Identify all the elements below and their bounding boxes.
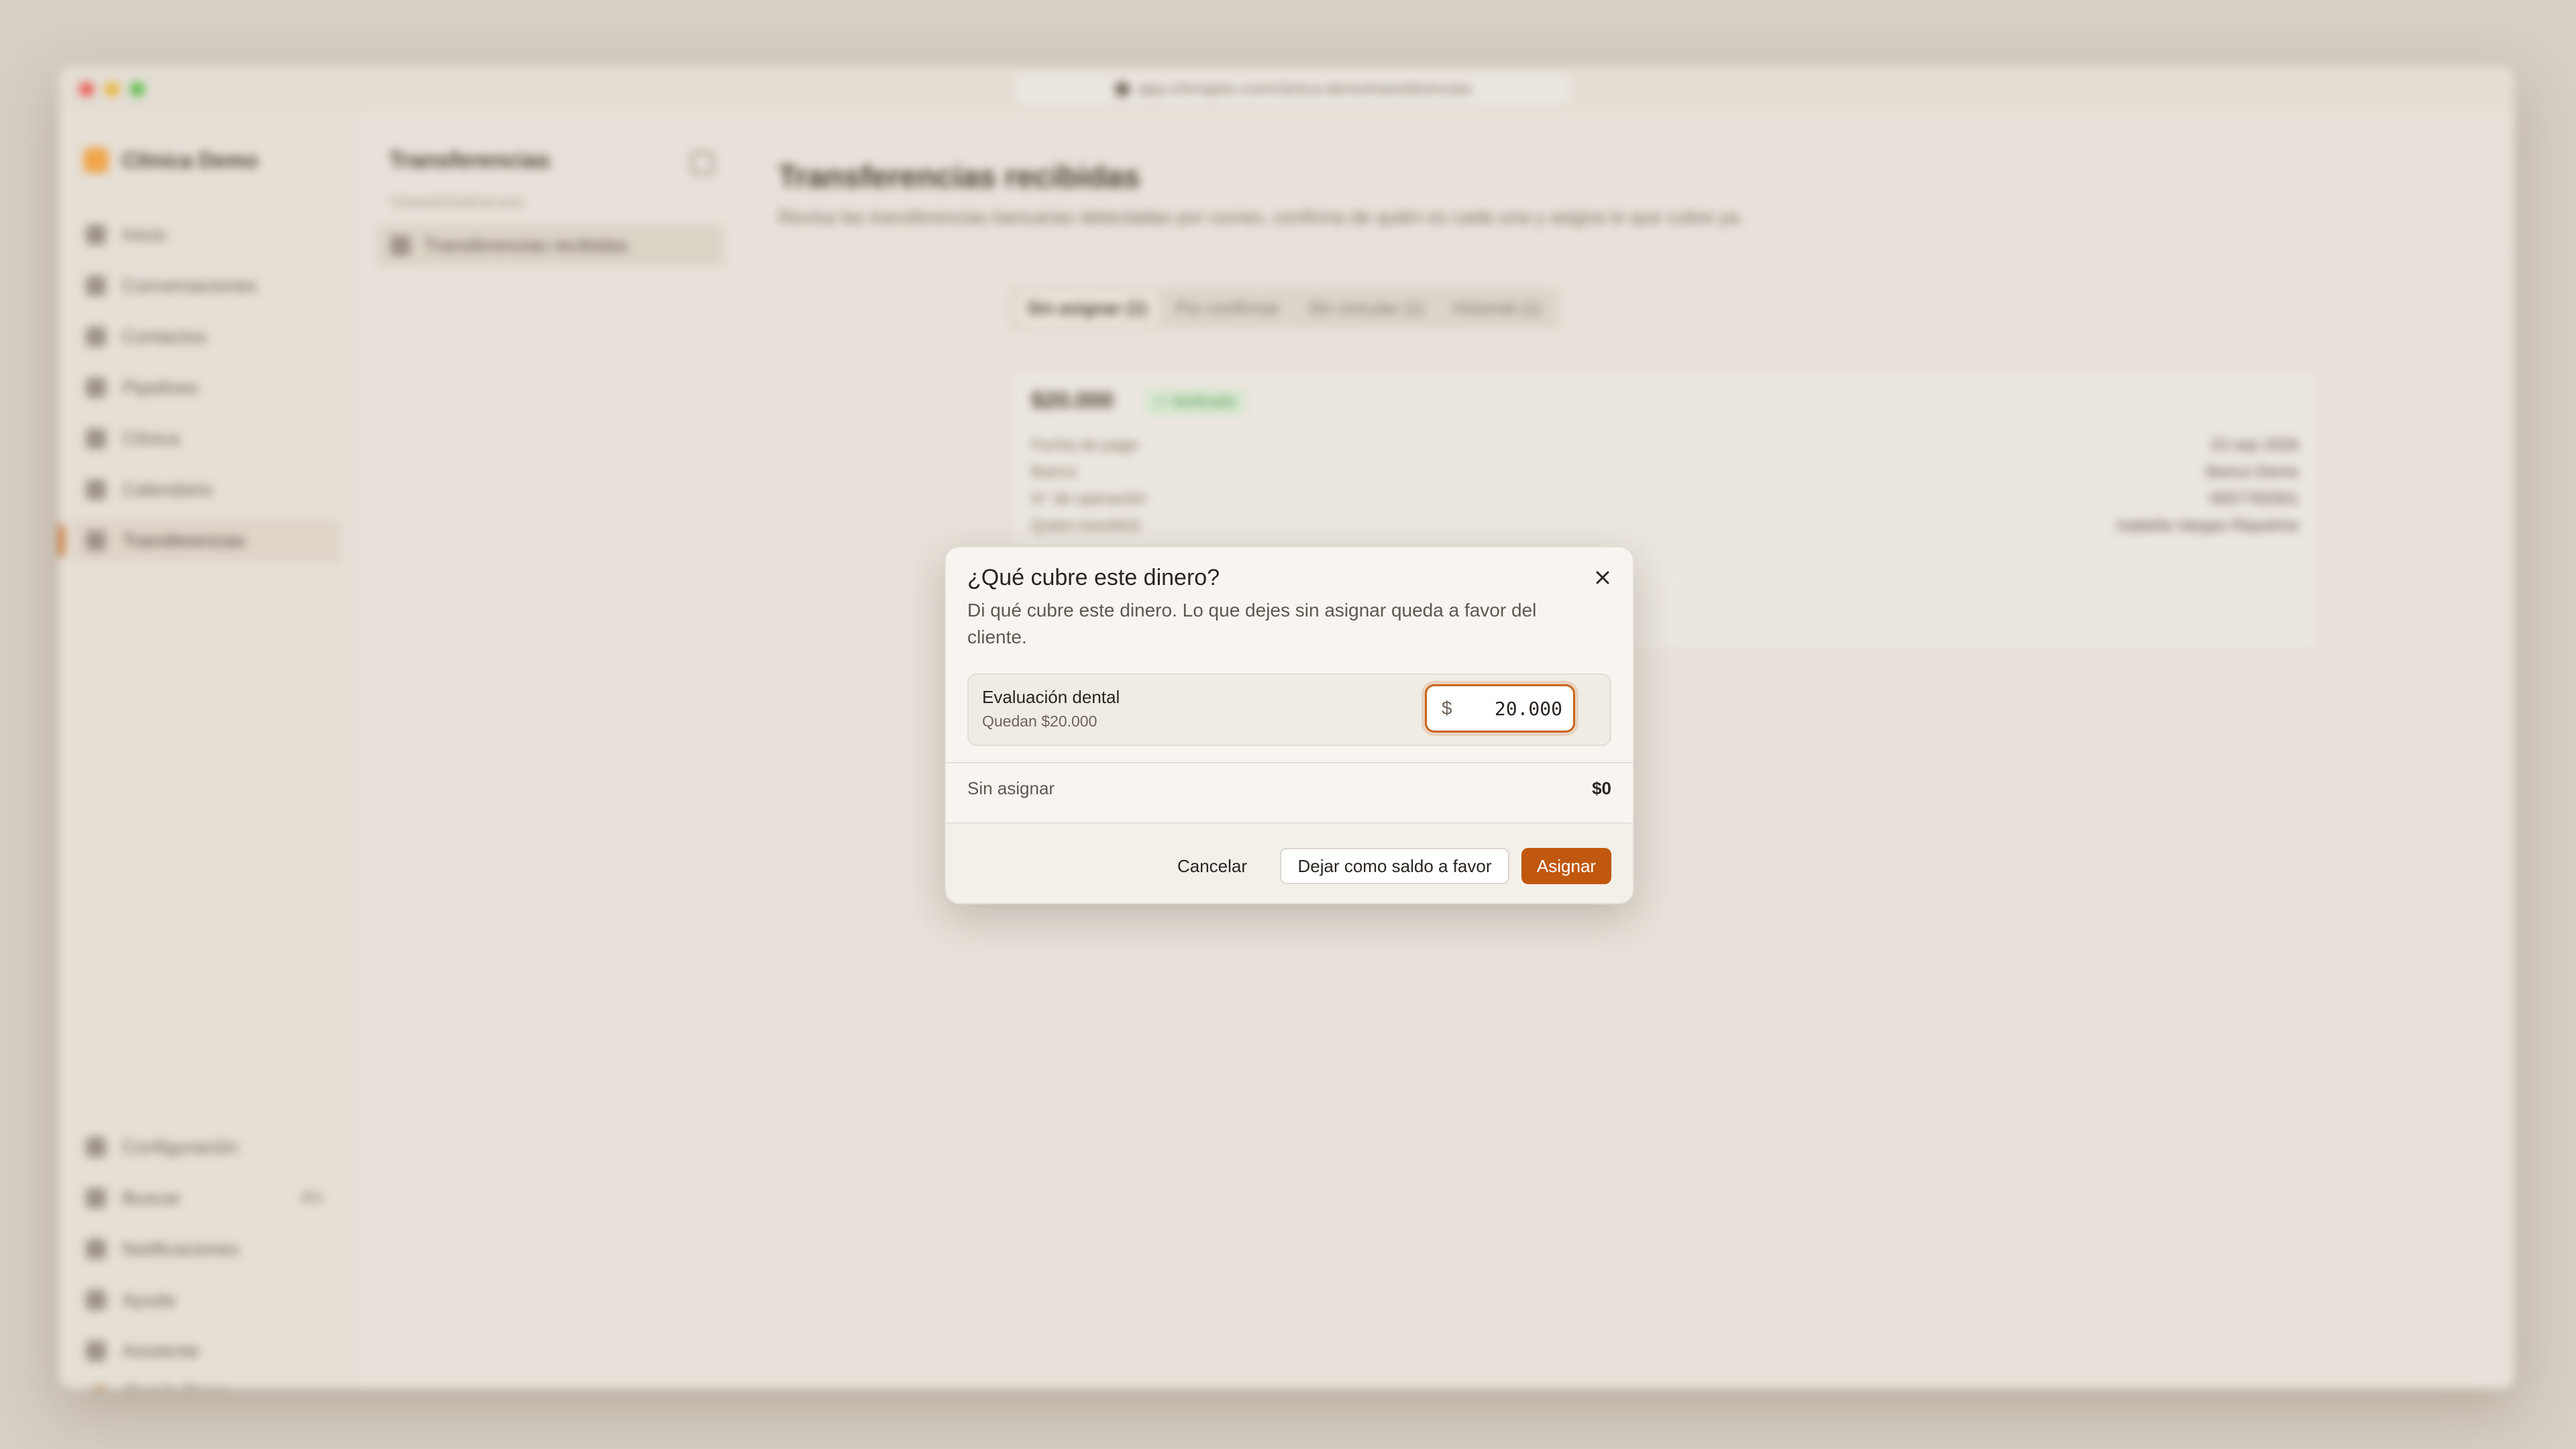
cancel-button[interactable]: Cancelar [1171,848,1253,884]
transfer-amount: $20.000 [1031,388,1114,413]
sidebar-bottom-nav: Configuración Buscar ⌘K Notificaciones Ay… [72,1126,341,1381]
page-subtitle: Revisa las transferencias bancarias dete… [778,207,1744,227]
sidebar-item-conversaciones[interactable]: Conversaciones [72,264,341,307]
url-text: app.chirrapeo.com/clinica-demo/transfere… [1138,80,1472,98]
detail-row: Fecha de pago 23 sep 2026 [1031,436,2299,454]
bell-icon [86,1239,106,1259]
sidebar-item-buscar[interactable]: Buscar ⌘K [72,1177,341,1220]
assistant-icon [86,1341,106,1361]
sidebar-item-transferencias[interactable]: Transferencias [59,519,341,562]
section-divider [946,762,1633,763]
amount-field[interactable]: $ [1425,684,1575,733]
maximize-window-icon[interactable] [130,82,145,97]
amount-input[interactable] [1457,697,1562,720]
dialog-title: ¿Qué cubre este dinero? [967,565,1220,590]
dialog-description: Di qué cubre este dinero. Lo que dejes s… [967,600,1537,647]
page-title: Transferencias recibidas [778,159,1140,194]
unassigned-label: Sin asignar [967,778,1055,798]
tab-sin-asignar[interactable]: Sin asignar (1) [1016,290,1159,325]
bank-icon [86,531,106,551]
detail-row: Banco Banco Demo [1031,463,2299,481]
sidebar-nav: Inicio Conversaciones Contactos Pipeline… [59,213,341,570]
title-bar: app.chirrapeo.com/clinica-demo/transfere… [59,66,2514,113]
secondary-panel: Transferencias TRANSFERENCIAS Transferen… [356,113,746,1389]
panel-title: Transferencias [389,148,551,173]
tab-por-confirmar[interactable]: Por confirmar [1165,291,1291,325]
panel-item-transferencias-recibidas[interactable]: Transferencias recibidas [376,224,724,267]
sidebar-item-calendario[interactable]: Calendario [72,468,341,511]
sidebar-item-clinica[interactable]: Clínica [72,417,341,460]
dialog-footer: Cancelar Dejar como saldo a favor Asigna… [946,822,1633,903]
help-icon [86,1290,106,1310]
sidebar-item-notificaciones[interactable]: Notificaciones [72,1228,341,1271]
user-menu[interactable]: Camila Rojas Manager Aut [86,1381,229,1389]
pipeline-icon [86,378,106,398]
unassigned-value: $0 [1592,778,1611,798]
detail-row: Quien transfirió Isabella Vargas Riquelme [1031,517,2299,535]
sidebar: Clínica Demo Inicio Conversaciones Conta… [59,113,356,1389]
search-icon [86,1188,106,1208]
close-icon [1596,571,1609,584]
chat-icon [86,276,106,296]
sidebar-item-contactos[interactable]: Contactos [72,315,341,358]
leave-as-credit-button[interactable]: Dejar como saldo a favor [1280,848,1509,884]
panel-section-label: TRANSFERENCIAS [389,195,524,211]
collapse-panel-icon[interactable] [691,152,714,174]
assign-dialog: ¿Qué cubre este dinero? Di qué cubre est… [945,546,1634,904]
tab-historial[interactable]: Historial (1) [1442,291,1553,325]
search-shortcut: ⌘K [300,1189,325,1206]
minimize-window-icon[interactable] [105,82,119,97]
line-item-remaining: Quedan $20.000 [982,712,1097,730]
tab-sin-vincular[interactable]: Sin vincular (1) [1297,291,1435,325]
tag-icon [86,429,106,449]
sidebar-item-pipelines[interactable]: Pipelines [72,366,341,409]
brand[interactable]: Clínica Demo [83,148,258,173]
lock-icon [1115,82,1130,97]
tab-bar: Sin asignar (1) Por confirmar Sin vincul… [1010,287,1560,329]
brand-logo-icon [83,148,109,173]
sidebar-item-asistente[interactable]: Asistente [72,1330,341,1373]
close-button[interactable] [1587,562,1618,593]
gear-icon [86,1137,106,1157]
sidebar-item-ayuda[interactable]: Ayuda [72,1279,341,1322]
close-window-icon[interactable] [79,82,94,97]
line-item-name: Evaluación dental [982,687,1120,707]
bank-icon [390,235,411,256]
status-badge: ✓ Verificado [1145,389,1246,415]
user-name: Camila Rojas [125,1381,229,1389]
user-icon [86,327,106,347]
header-divider [745,254,2514,255]
assign-button[interactable]: Asignar [1521,848,1611,884]
calendar-icon [86,480,106,500]
avatar [86,1385,113,1389]
sidebar-item-configuracion[interactable]: Configuración [72,1126,341,1169]
address-bar[interactable]: app.chirrapeo.com/clinica-demo/transfere… [1015,74,1572,105]
sidebar-item-inicio[interactable]: Inicio [72,213,341,256]
brand-name: Clínica Demo [122,148,258,172]
home-icon [86,225,106,245]
detail-row: N° de operación 0007782001 [1031,490,2299,508]
currency-symbol: $ [1442,698,1452,718]
line-item: Evaluación dental Quedan $20.000 $ [967,674,1611,746]
